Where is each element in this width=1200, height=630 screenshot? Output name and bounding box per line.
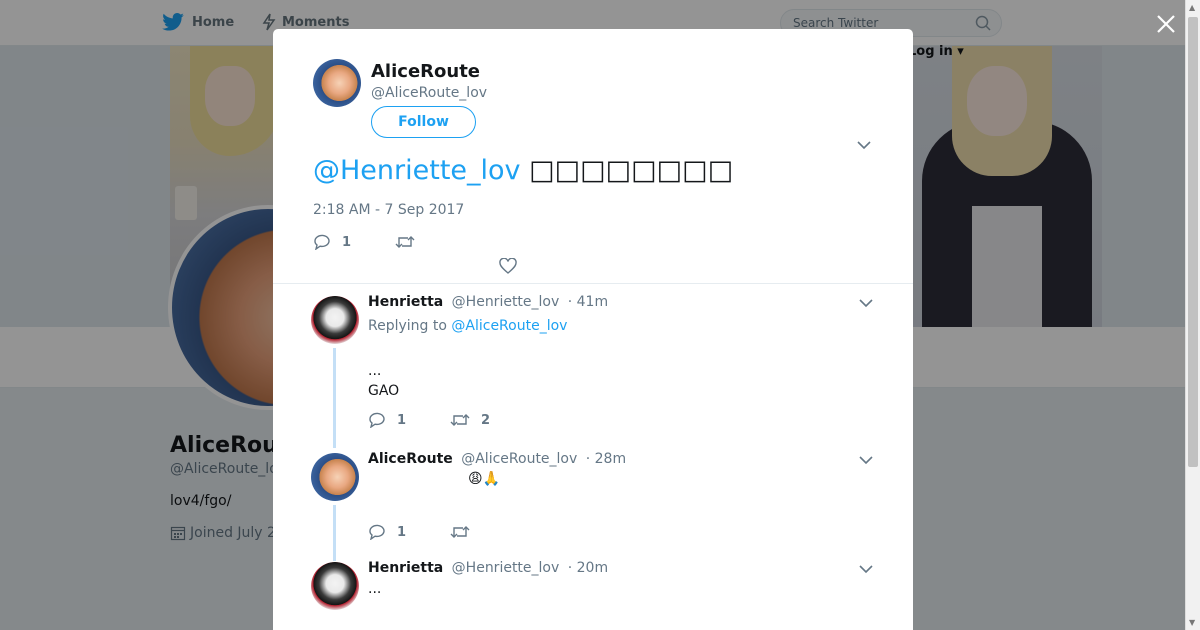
author-name[interactable]: AliceRoute [371, 61, 480, 82]
retweet-icon [395, 236, 415, 248]
reply-avatar[interactable] [311, 296, 359, 344]
reply-avatar[interactable] [311, 453, 359, 501]
like-button[interactable] [499, 258, 517, 274]
reply-icon [314, 234, 330, 250]
tweet-mention-link[interactable]: @Henriette_lov [313, 155, 521, 186]
replying-to-label: Replying to [368, 318, 447, 334]
chevron-down-icon[interactable] [859, 298, 873, 308]
reply-time[interactable]: · 28m [586, 451, 626, 467]
reply-text: 😩🙏 [468, 471, 501, 487]
reply-button[interactable]: 1 [368, 412, 406, 428]
scrollbar-thumb[interactable] [1188, 17, 1198, 467]
chevron-down-icon[interactable] [859, 455, 873, 465]
reply-author-handle[interactable]: @AliceRoute_lov [461, 451, 577, 467]
reply-header: AliceRoute @AliceRoute_lov · 28m [368, 451, 626, 467]
chevron-down-icon[interactable] [857, 140, 871, 150]
reply-time[interactable]: · 20m [568, 560, 608, 576]
tweet-timestamp[interactable]: 2:18 AM - 7 Sep 2017 [313, 202, 464, 218]
retweet-icon [450, 414, 470, 426]
retweet-button[interactable] [395, 234, 415, 250]
reply-text: ... GAO [368, 361, 399, 401]
thread-line [333, 505, 336, 561]
reply-text: ... [368, 581, 382, 597]
reply-count: 1 [397, 412, 407, 428]
reply-author-name[interactable]: Henrietta [368, 294, 443, 310]
reply-author-handle[interactable]: @Henriette_lov [452, 294, 560, 310]
close-icon[interactable] [1152, 10, 1180, 38]
replying-to-link[interactable]: @AliceRoute_lov [451, 318, 567, 334]
retweet-button[interactable] [450, 524, 470, 540]
reply-text-line: ... [368, 363, 382, 379]
reply-count: 1 [342, 234, 352, 250]
reply-header: Henrietta @Henriette_lov · 20m [368, 560, 608, 576]
reply-time[interactable]: · 41m [568, 294, 608, 310]
chevron-down-icon[interactable] [859, 564, 873, 574]
retweet-count: 2 [481, 412, 491, 428]
reply-text-line: GAO [368, 383, 400, 399]
reply-author-name[interactable]: AliceRoute [368, 451, 453, 467]
tweet-text-body: □□□□□□□□ [529, 155, 734, 186]
scroll-up-arrow-icon[interactable]: ▲ [1189, 3, 1195, 12]
reply-icon [369, 412, 385, 428]
reply-avatar[interactable] [311, 562, 359, 610]
scroll-down-arrow-icon[interactable]: ▼ [1189, 618, 1195, 627]
reply-button[interactable]: 1 [368, 524, 406, 540]
reply-count: 1 [397, 524, 407, 540]
tweet-modal: AliceRoute @AliceRoute_lov Follow @Henri… [273, 29, 913, 630]
author-handle[interactable]: @AliceRoute_lov [371, 85, 487, 101]
thread-line [333, 348, 336, 448]
follow-button[interactable]: Follow [371, 106, 476, 138]
retweet-button[interactable]: 2 [450, 412, 490, 428]
heart-icon [499, 258, 517, 274]
reply-button[interactable]: 1 [313, 234, 351, 250]
replying-to: Replying to @AliceRoute_lov [368, 318, 567, 334]
reply-author-name[interactable]: Henrietta [368, 560, 443, 576]
reply-author-handle[interactable]: @Henriette_lov [452, 560, 560, 576]
page-scrollbar[interactable]: ▲ ▼ [1185, 0, 1200, 630]
main-tweet: AliceRoute @AliceRoute_lov Follow @Henri… [273, 29, 913, 284]
reply-header: Henrietta @Henriette_lov · 41m [368, 294, 608, 310]
tweet-text: @Henriette_lov □□□□□□□□ [313, 155, 733, 186]
retweet-icon [450, 526, 470, 538]
author-avatar[interactable] [313, 59, 361, 107]
reply-icon [369, 524, 385, 540]
